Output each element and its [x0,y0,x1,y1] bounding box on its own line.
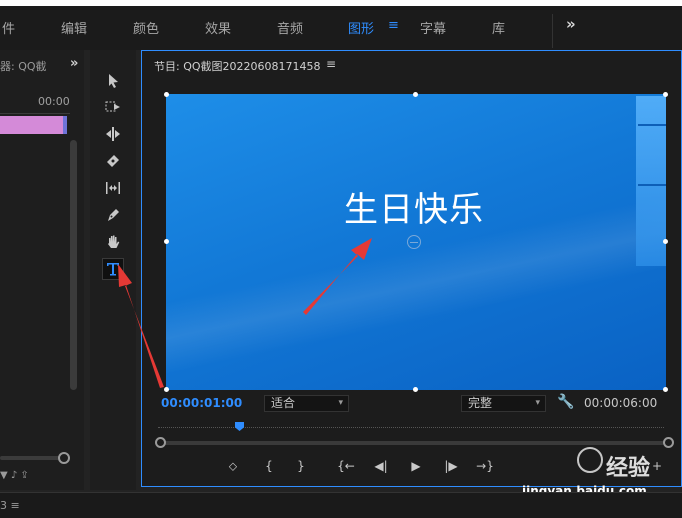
panel-footer-icons[interactable]: ▼ ♪ ⇪ [0,470,29,481]
workspace-tab-editing[interactable]: 编辑 [61,18,87,37]
go-to-out-button[interactable]: →} [476,459,494,473]
workspace-tab-graphics[interactable]: 图形 [348,18,374,37]
track-select-icon [105,101,120,112]
type-tool[interactable] [102,258,124,280]
pen-tool[interactable] [102,204,124,226]
resize-handle[interactable] [663,239,668,244]
monitor-title[interactable]: 节目: QQ截图20220608171458 [154,58,321,74]
windows-logo-fragment [636,96,666,266]
panel-title[interactable]: 器: QQ截 [0,58,47,74]
bottom-panel-bar: 3 ≡ [0,492,682,518]
hand-icon [108,235,120,248]
duration-timecode: 00:00:06:00 [584,396,658,410]
timeline-timecode: 00:00 [38,95,70,108]
logo-divider [638,184,666,186]
mark-in-button[interactable]: { [260,459,278,473]
logo-divider [638,124,666,126]
add-button[interactable]: + [648,459,666,473]
chevron-down-icon: ▾ [338,398,343,408]
hand-tool[interactable] [102,231,124,253]
track-select-tool[interactable] [102,96,124,118]
time-ruler[interactable] [0,108,70,114]
workspace-menu-icon[interactable]: ≡ [388,18,399,33]
graphic-clip[interactable] [0,116,66,134]
playhead-marker[interactable] [235,422,244,431]
resize-handle[interactable] [164,239,169,244]
zoom-level-select[interactable]: 适合 ▾ [264,395,349,412]
resize-handle[interactable] [164,92,169,97]
slip-tool[interactable] [102,177,124,199]
watermark-text: 经验 [606,456,651,481]
video-frame[interactable]: 生日快乐 [166,94,666,390]
zoom-scroll-bar[interactable] [158,441,664,445]
zoom-scroll-handle-left[interactable] [155,437,166,448]
workspace-tab-assembly[interactable]: 件 [2,18,15,37]
resize-handle[interactable] [663,387,668,392]
monitor-time-ruler[interactable] [158,427,664,428]
razor-tool[interactable] [102,150,124,172]
title-text[interactable]: 生日快乐 [344,182,484,231]
workspace-tab-captions[interactable]: 字幕 [420,18,446,37]
bottom-panel-tab[interactable]: 3 ≡ [0,499,20,512]
zoom-level-value: 适合 [271,396,296,410]
tools-panel [90,50,136,490]
selection-tool[interactable] [102,70,124,92]
program-monitor: 节目: QQ截图20220608171458 ≡ 生日快乐 00:00:01:0… [141,50,682,487]
anchor-point-icon[interactable] [407,235,421,249]
workspace-tab-effects[interactable]: 效果 [205,18,231,37]
workspace-bar: 件 编辑 颜色 效果 音频 图形 ≡ 字幕 库 » [0,0,682,50]
type-icon [107,263,119,276]
zoom-scroll-handle[interactable] [58,452,70,464]
workspace-tab-libraries[interactable]: 库 [492,18,505,37]
zoom-scroll-handle-right[interactable] [663,437,674,448]
monitor-menu-icon[interactable]: ≡ [326,57,336,71]
playback-resolution-value: 完整 [468,396,493,410]
clip-end-handle[interactable] [63,116,67,134]
mark-out-button[interactable]: } [292,459,310,473]
go-to-in-button[interactable]: {← [337,459,355,473]
playback-resolution-select[interactable]: 完整 ▾ [461,395,546,412]
workspace-overflow-icon[interactable]: » [566,15,576,33]
ripple-edit-tool[interactable] [102,123,124,145]
settings-wrench-icon[interactable]: 🔧 [557,394,574,410]
arrow-pointer-icon [109,74,118,88]
resize-handle[interactable] [413,92,418,97]
workspace-tab-color[interactable]: 颜色 [133,18,159,37]
ripple-edit-icon [106,127,120,141]
divider [552,14,553,48]
add-marker-button[interactable]: ⬦ [224,459,242,474]
step-back-button[interactable]: ◀| [372,459,390,473]
vertical-scrollbar[interactable] [70,140,77,390]
resize-handle[interactable] [413,387,418,392]
razor-icon [107,155,119,167]
panel-overflow-icon[interactable]: » [70,56,78,71]
pen-icon [108,209,119,221]
play-button[interactable]: ▶ [407,459,425,473]
chevron-down-icon: ▾ [535,398,540,408]
baidu-paw-logo [577,447,603,473]
slip-icon [106,182,120,194]
timeline-panel: 器: QQ截 » 00:00 ▼ ♪ ⇪ [0,50,84,490]
resize-handle[interactable] [164,387,169,392]
step-forward-button[interactable]: |▶ [442,459,460,473]
workspace-tab-audio[interactable]: 音频 [277,18,303,37]
playhead-timecode[interactable]: 00:00:01:00 [161,396,242,410]
resize-handle[interactable] [663,92,668,97]
